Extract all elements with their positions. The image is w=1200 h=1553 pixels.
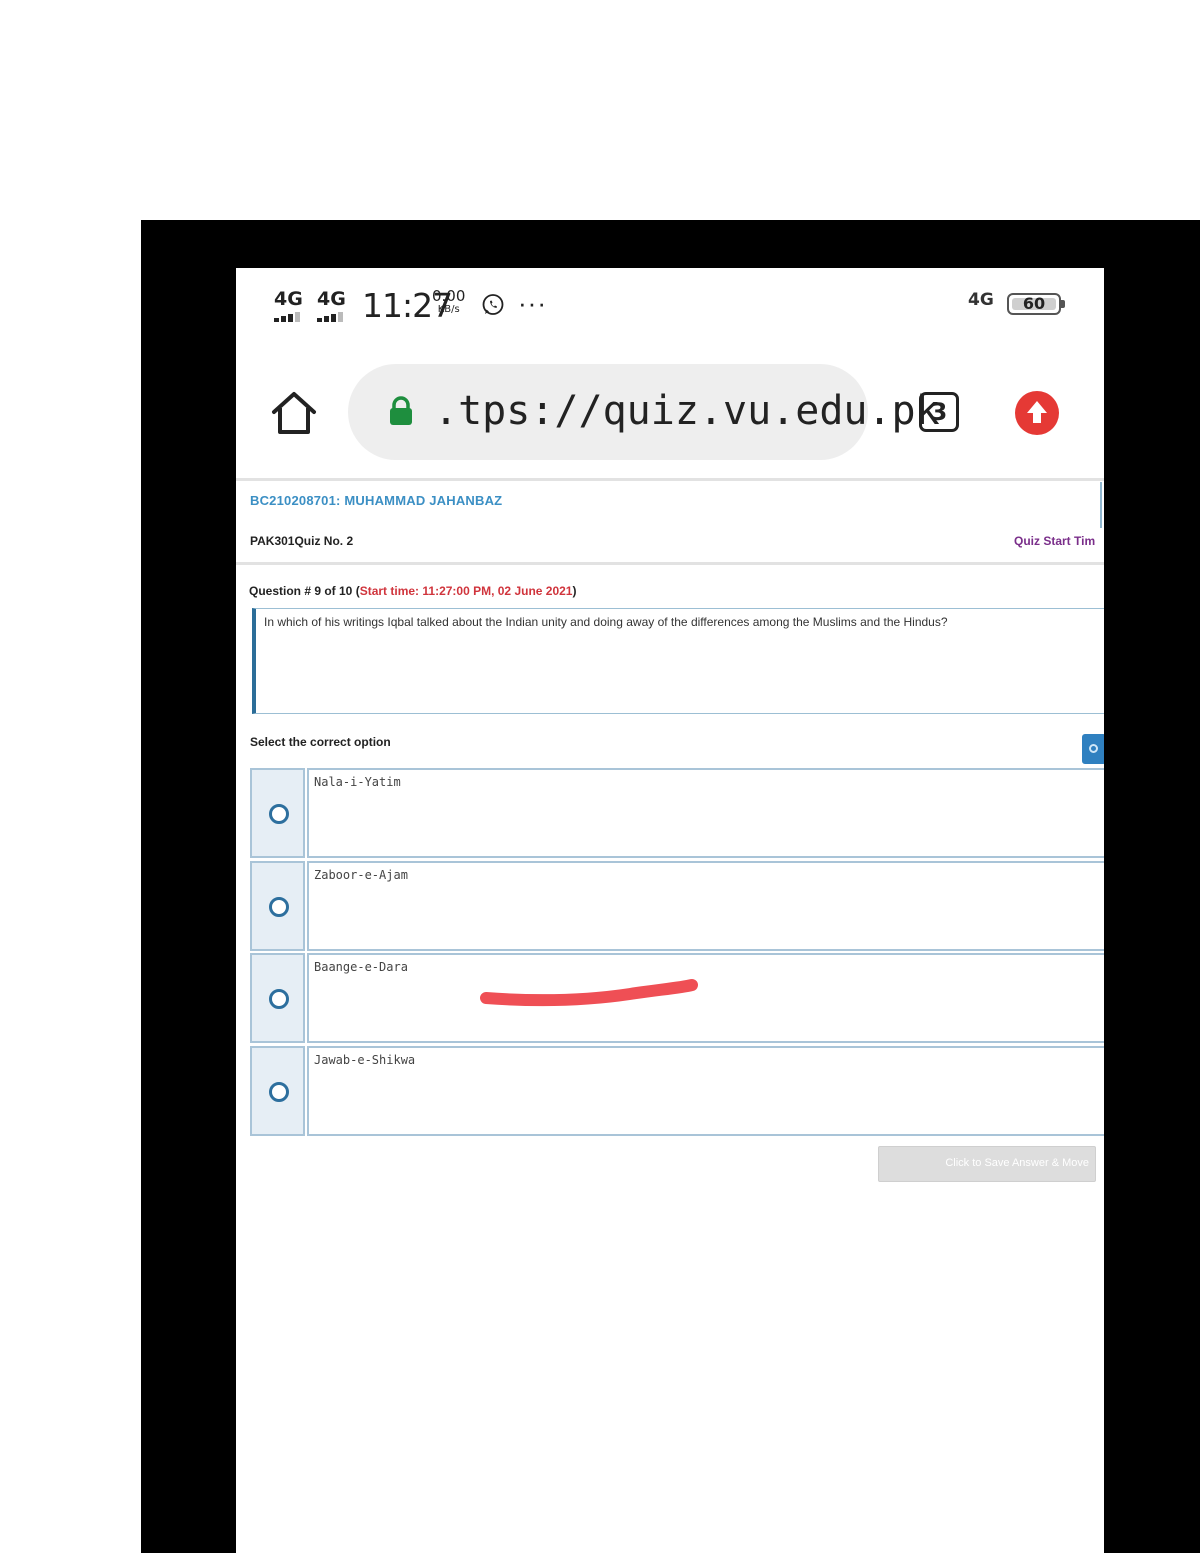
help-button[interactable] — [1082, 734, 1104, 764]
option-radio[interactable] — [269, 804, 289, 824]
option-radio[interactable] — [269, 897, 289, 917]
address-bar[interactable]: .tps://quiz.vu.edu.pk — [348, 364, 940, 460]
select-option-label: Select the correct option — [250, 735, 391, 749]
signal-1-indicator: 4G — [274, 288, 303, 322]
save-answer-button[interactable]: Click to Save Answer & Move — [878, 1146, 1096, 1182]
option-text-cell[interactable]: Baange-e-Dara — [307, 953, 1104, 1043]
question-text: In which of his writings Iqbal talked ab… — [264, 615, 948, 629]
option-row[interactable]: Zaboor-e-Ajam — [250, 861, 1104, 951]
signal-bars-icon — [274, 312, 300, 322]
question-box: In which of his writings Iqbal talked ab… — [252, 608, 1104, 714]
quiz-title: PAK301Quiz No. 2 — [250, 534, 354, 548]
option-radio[interactable] — [269, 989, 289, 1009]
question-number: Question # 9 of 10 (Start time: 11:27:00… — [249, 584, 577, 598]
url-text[interactable]: .tps://quiz.vu.edu.pk — [434, 388, 940, 434]
option-radio-cell[interactable] — [250, 861, 305, 951]
quiz-start-time: Quiz Start Tim — [1014, 534, 1096, 548]
red-marker-stroke — [480, 979, 698, 1007]
option-text-cell[interactable]: Nala-i-Yatim — [307, 768, 1104, 858]
whatsapp-icon — [482, 294, 504, 315]
option-label: Jawab-e-Shikwa — [314, 1053, 416, 1067]
phone-screen: 4G 4G 11:27 0.00 KB/s ··· 4G 60 .tps://q… — [236, 268, 1104, 1553]
home-icon[interactable] — [270, 390, 318, 436]
option-radio-cell[interactable] — [250, 1046, 305, 1136]
network-indicator: 4G — [968, 290, 994, 310]
student-name: BC210208701: MUHAMMAD JAHANBAZ — [250, 493, 503, 508]
option-label: Nala-i-Yatim — [314, 775, 401, 789]
option-label: Baange-e-Dara — [314, 960, 408, 974]
battery-icon: 60 — [1007, 293, 1065, 315]
divider — [1100, 482, 1102, 528]
option-radio-cell[interactable] — [250, 953, 305, 1043]
divider — [236, 562, 1104, 565]
option-radio-cell[interactable] — [250, 768, 305, 858]
signal-2-indicator: 4G — [317, 288, 346, 322]
option-row[interactable]: Nala-i-Yatim — [250, 768, 1104, 858]
more-notifications-icon: ··· — [518, 288, 547, 318]
status-bar: 4G 4G 11:27 0.00 KB/s ··· 4G 60 — [236, 268, 1104, 344]
divider — [236, 478, 1104, 481]
save-answer-label: Click to Save Answer & Move — [945, 1157, 1089, 1169]
upload-icon[interactable] — [1014, 390, 1060, 436]
option-text-cell[interactable]: Jawab-e-Shikwa — [307, 1046, 1104, 1136]
option-label: Zaboor-e-Ajam — [314, 868, 408, 882]
question-start-time: Start time: 11:27:00 PM, 02 June 2021 — [359, 584, 573, 598]
option-radio[interactable] — [269, 1082, 289, 1102]
help-icon — [1089, 744, 1098, 753]
data-rate: 0.00 KB/s — [432, 287, 466, 315]
option-row[interactable]: Jawab-e-Shikwa — [250, 1046, 1104, 1136]
signal-bars-icon — [317, 312, 343, 322]
tabs-button[interactable]: 3 — [919, 392, 959, 432]
lock-icon — [390, 396, 412, 425]
option-text-cell[interactable]: Zaboor-e-Ajam — [307, 861, 1104, 951]
battery-level: 60 — [1022, 294, 1046, 313]
